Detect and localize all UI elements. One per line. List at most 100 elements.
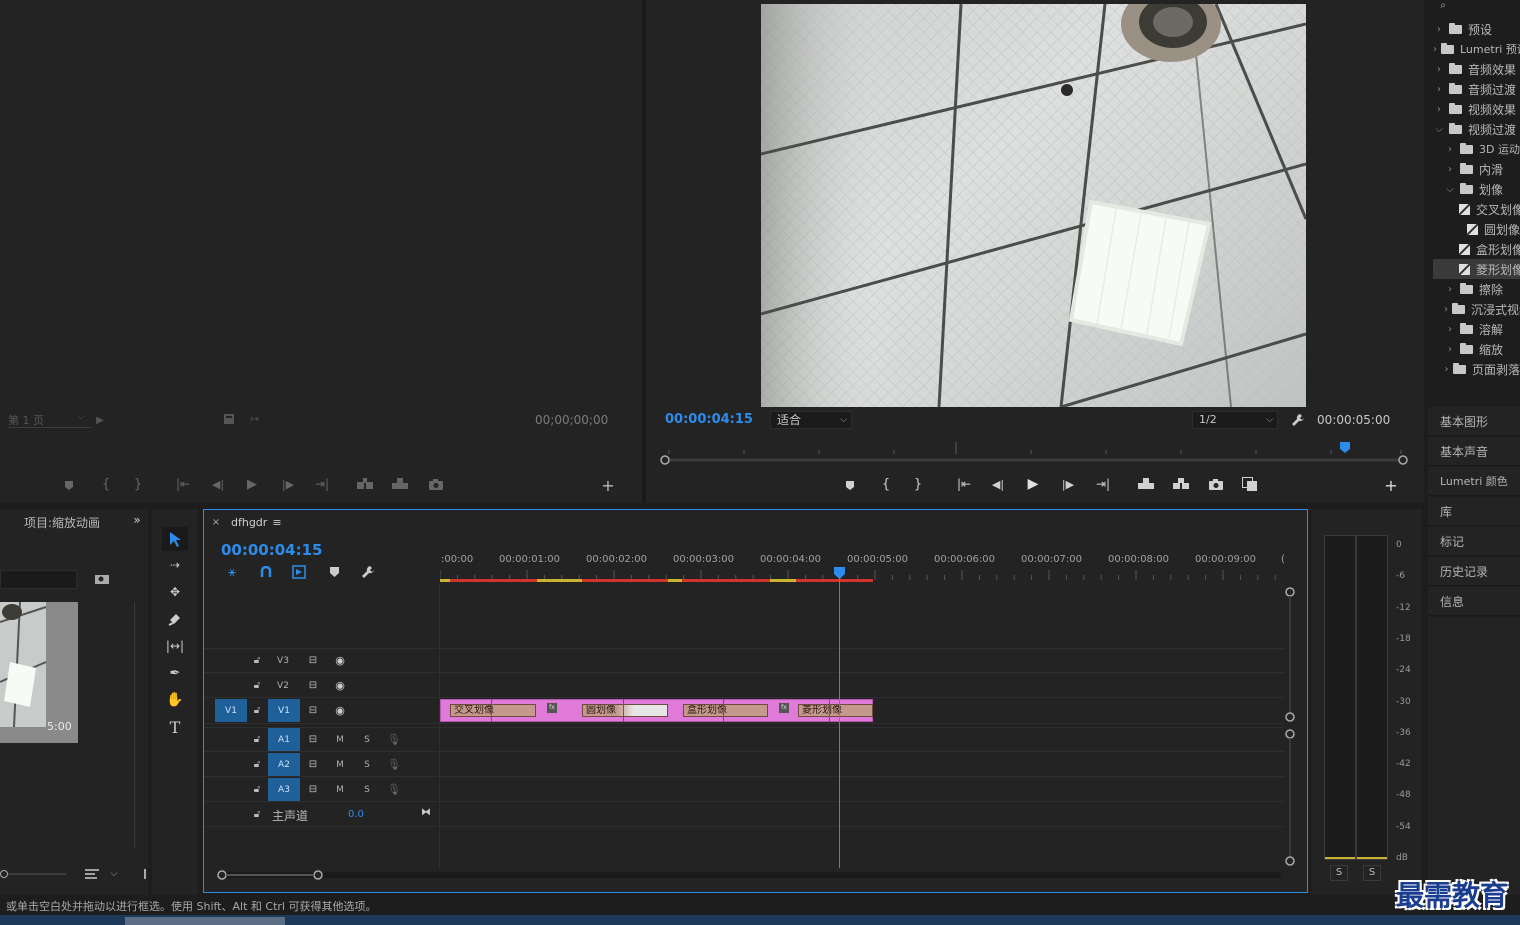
lock-icon[interactable]: 🔓︎	[251, 679, 263, 691]
side-panel-tab[interactable]: 基本声音	[1428, 437, 1520, 466]
effects-item[interactable]: › 音频效果	[1433, 59, 1520, 79]
ripple-edit-tool-icon[interactable]: ✥	[162, 581, 188, 603]
track-target-a1[interactable]: A1	[268, 728, 300, 751]
fit-select[interactable]: 适合 ⌵	[770, 411, 852, 429]
step-forward-icon[interactable]: |▶	[280, 476, 296, 492]
microphone-icon[interactable]: 🎙︎	[387, 757, 401, 771]
program-timecode[interactable]: 00:00:04:15	[665, 412, 753, 427]
side-panel-tab[interactable]: 基本图形	[1428, 407, 1520, 436]
taskbar-item[interactable]	[125, 917, 285, 925]
track-target-a2[interactable]: A2	[268, 753, 300, 776]
sync-lock-icon[interactable]: ⊟	[306, 679, 320, 691]
close-tab-icon[interactable]: ×	[211, 516, 221, 528]
nest-toggle-icon[interactable]: ⚹	[224, 564, 240, 580]
chevron-right-icon[interactable]: ›	[1444, 164, 1456, 175]
go-to-out-icon[interactable]: ⇥|	[1094, 476, 1112, 492]
play-icon[interactable]: ▶	[1025, 476, 1041, 492]
step-back-icon[interactable]: ◀|	[990, 476, 1006, 492]
lift-icon[interactable]	[1136, 476, 1156, 492]
track-target-a3[interactable]: A3	[268, 778, 300, 801]
go-to-in-icon[interactable]: |⇤	[174, 476, 192, 492]
chevron-right-icon[interactable]: ›	[1433, 44, 1437, 55]
add-marker-icon[interactable]	[327, 564, 341, 580]
play-small-icon[interactable]: ▶	[94, 413, 106, 427]
clip-transition[interactable]: 盒形划像	[683, 704, 768, 717]
master-volume-value[interactable]: 0.0	[348, 809, 364, 820]
pen-tool-icon[interactable]: ✒	[162, 662, 188, 684]
camera-icon[interactable]	[1207, 476, 1225, 492]
project-search-input[interactable]	[0, 570, 77, 589]
sync-lock-icon[interactable]: ⊟	[306, 654, 320, 666]
vertical-scrollbar-audio[interactable]	[1284, 728, 1296, 866]
sync-lock-icon[interactable]: ⊟	[306, 758, 320, 770]
chevron-down-icon[interactable]: ⌵	[1433, 124, 1445, 135]
wrench-icon[interactable]	[1290, 411, 1306, 429]
chevron-right-icon[interactable]: ›	[1444, 144, 1456, 155]
effects-item[interactable]: 圆划像	[1433, 219, 1520, 239]
linked-selection-icon[interactable]	[291, 564, 307, 580]
mark-in-icon[interactable]: {	[100, 476, 112, 492]
horizontal-zoom-scrollbar[interactable]	[215, 869, 1285, 881]
selection-tool-icon[interactable]	[162, 527, 188, 551]
solo-button[interactable]: S	[361, 735, 373, 745]
lock-icon[interactable]: 🔓︎	[251, 733, 263, 745]
marker-icon[interactable]	[843, 477, 857, 493]
effects-item[interactable]: › 视频效果	[1433, 99, 1520, 119]
lock-icon[interactable]: 🔓︎	[251, 758, 263, 770]
camera-icon[interactable]	[427, 476, 445, 492]
effects-item[interactable]: › 擦除	[1433, 279, 1520, 299]
solo-left-button[interactable]: S	[1330, 865, 1348, 881]
lock-icon[interactable]: 🔓︎	[251, 704, 263, 716]
vertical-scrollbar-video[interactable]	[1284, 586, 1296, 722]
chevron-right-icon[interactable]: ›	[1444, 364, 1449, 375]
side-panel-tab[interactable]: 库	[1428, 497, 1520, 526]
mark-out-icon[interactable]: }	[132, 476, 144, 492]
microphone-icon[interactable]: 🎙︎	[387, 732, 401, 746]
track-select-tool-icon[interactable]: ⇢	[162, 554, 188, 576]
page-select[interactable]: 第 1 页 ⌵	[8, 412, 92, 428]
snap-icon[interactable]	[258, 564, 274, 580]
chevron-right-icon[interactable]: ›	[1444, 284, 1456, 295]
compare-view-icon[interactable]	[1241, 476, 1259, 492]
clip-transition[interactable]: 圆划像	[582, 704, 668, 717]
insert-arrows-icon[interactable]: ↦	[246, 412, 264, 426]
effects-item[interactable]: 交叉划像	[1433, 199, 1520, 219]
add-button-icon[interactable]: +	[600, 476, 616, 495]
solo-button[interactable]: S	[361, 760, 373, 770]
source-patch-v1[interactable]: V1	[215, 699, 247, 722]
go-to-out-icon[interactable]: ⇥|	[313, 476, 331, 492]
lock-icon[interactable]: 🔓︎	[251, 654, 263, 666]
effects-item[interactable]: › 预设	[1433, 19, 1520, 39]
marker-icon[interactable]	[62, 478, 76, 492]
effects-item[interactable]: › 沉浸式视频	[1433, 299, 1520, 319]
effects-item[interactable]: › Lumetri 预设	[1433, 39, 1520, 59]
mark-in-icon[interactable]: {	[880, 476, 892, 492]
effects-item[interactable]: 菱形划像	[1433, 259, 1520, 279]
eye-icon[interactable]: ◉	[333, 679, 347, 692]
chevron-down-icon[interactable]: ⌵	[1444, 184, 1456, 195]
clip-thumbnail[interactable]: 5:00	[0, 602, 78, 743]
video-frame[interactable]	[761, 4, 1306, 407]
side-panel-tab[interactable]: 历史记录	[1428, 557, 1520, 586]
sync-lock-icon[interactable]: ⊟	[306, 704, 320, 716]
program-scrubber[interactable]	[659, 440, 1409, 466]
side-panel-tab[interactable]: Lumetri 颜色	[1428, 467, 1520, 496]
effects-item[interactable]: › 缩放	[1433, 339, 1520, 359]
overwrite-icon[interactable]	[390, 476, 410, 492]
type-tool-icon[interactable]: T	[162, 716, 188, 738]
effects-item[interactable]: › 页面剥落	[1433, 359, 1520, 379]
timeline-timecode[interactable]: 00:00:04:15	[221, 541, 323, 559]
side-panel-tab[interactable]: 信息	[1428, 587, 1520, 616]
track-target-v1[interactable]: V1	[268, 699, 300, 722]
effects-item[interactable]: ⌵ 划像	[1433, 179, 1520, 199]
thumb-scroll-track[interactable]	[134, 602, 135, 849]
search-icon[interactable]: ⌕	[1436, 0, 1450, 11]
tab-menu-icon[interactable]: ≡	[271, 516, 283, 529]
insert-icon[interactable]	[355, 476, 375, 492]
effects-item[interactable]: › 溶解	[1433, 319, 1520, 339]
clip-transition[interactable]: 交叉划像	[450, 704, 536, 717]
mute-button[interactable]: M	[334, 785, 346, 795]
mute-button[interactable]: M	[334, 735, 346, 745]
side-panel-tab[interactable]: 标记	[1428, 527, 1520, 556]
chevron-right-icon[interactable]: ›	[1444, 304, 1448, 315]
